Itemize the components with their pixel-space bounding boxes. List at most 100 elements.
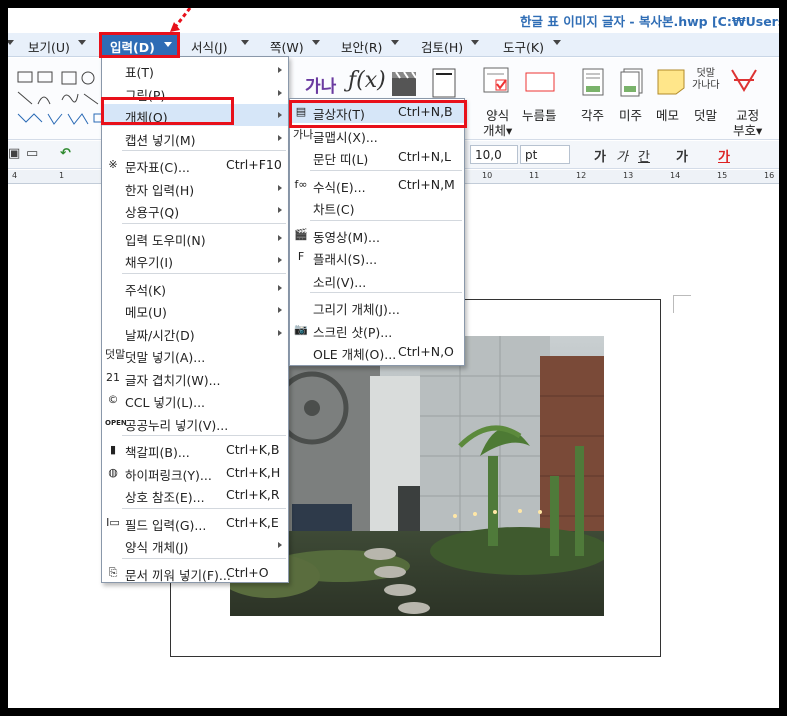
input-menu-item[interactable]: 입력 도우미(N) <box>102 227 288 249</box>
menu-item[interactable]: 쪽(W) <box>270 37 304 56</box>
object-menu-item[interactable]: 그리기 개체(J)... <box>290 296 464 318</box>
highlight-box-object-item <box>101 97 234 125</box>
menu-item[interactable]: 보안(R) <box>341 37 382 56</box>
unit-select[interactable]: pt <box>520 145 570 164</box>
bold-button[interactable]: 가 <box>594 146 606 165</box>
footnote-icon[interactable] <box>582 68 606 98</box>
strikethrough-button[interactable]: 가 <box>676 146 688 165</box>
input-menu-item[interactable]: OPEN 공공누리 넣기(V)... <box>102 412 288 434</box>
chevron-down-icon[interactable] <box>312 40 321 45</box>
clickhere-field-icon[interactable] <box>524 70 558 94</box>
undo-icon[interactable]: ↶ <box>60 146 71 161</box>
menu-item-icon: OPEN <box>105 418 127 427</box>
input-menu-item[interactable]: 21 글자 겹치기(W)... <box>102 367 288 389</box>
object-menu-item[interactable]: f∞ 수식(E)... Ctrl+N,M <box>290 174 464 196</box>
input-menu: 표(T) 그림(P) 개체(O) 캡션 넣기(M) ※ 문자표(C)... Ctrl+F10… <box>101 56 289 583</box>
object-menu-item[interactable]: 🎬 동영상(M)... <box>290 224 464 246</box>
menu-separator <box>310 169 462 171</box>
input-menu-item[interactable]: 한자 입력(H) <box>102 177 288 199</box>
input-menu-item[interactable]: 캡션 넣기(M) <box>102 127 288 149</box>
chevron-down-icon[interactable] <box>391 40 399 45</box>
ribbon-label[interactable]: 미주 <box>619 108 642 123</box>
chevron-right-icon <box>278 134 282 141</box>
monitor-icon[interactable]: ▭ <box>26 146 38 161</box>
menu-item-label: 책갈피(B)... <box>125 445 190 460</box>
menu-item-icon: f∞ <box>294 177 308 191</box>
memo-icon[interactable] <box>656 68 686 96</box>
object-menu-item[interactable]: 📷 스크린 샷(P)... <box>290 319 464 341</box>
annotation-icon[interactable]: 덧말 가나다 <box>692 68 720 92</box>
menu-item-label: 수식(E)... <box>313 179 366 195</box>
ribbon-label[interactable]: 양식 개체▾ <box>483 108 512 138</box>
font-color-button[interactable]: 가 <box>718 146 730 165</box>
highlight-box-textbox-item <box>289 100 467 128</box>
input-menu-item[interactable]: 상호 참조(E)... Ctrl+K,R <box>102 484 288 506</box>
menu-separator <box>122 150 286 151</box>
ribbon-label[interactable]: 덧말 <box>694 108 717 123</box>
ruler-tick: 11 <box>529 171 540 180</box>
font-size-field[interactable]: 10,0 <box>470 145 518 164</box>
video-icon[interactable] <box>390 70 420 98</box>
title-bar: 한글 표 이미지 글자 - 복사본.hwp [C:₩Users₩ <box>8 8 779 32</box>
menu-item-label: 주석(K) <box>125 282 166 298</box>
input-menu-item[interactable]: © CCL 넣기(L)... <box>102 389 288 411</box>
input-menu-item[interactable]: 양식 개체(J) <box>102 534 288 556</box>
chevron-down-icon[interactable] <box>471 40 479 45</box>
ribbon-label[interactable]: 메모 <box>656 108 679 123</box>
input-menu-item[interactable]: 표(T) <box>102 59 288 81</box>
endnote-icon[interactable] <box>620 68 646 98</box>
chevron-right-icon <box>278 542 282 548</box>
input-menu-item[interactable]: ※ 문자표(C)... Ctrl+F10 <box>102 154 288 176</box>
menu-item-icon: F <box>297 250 305 263</box>
ribbon-label[interactable]: 각주 <box>581 108 604 123</box>
input-menu-item[interactable]: 날짜/시간(D) <box>102 322 288 344</box>
equation-icon[interactable]: ƒ(x) <box>348 68 386 93</box>
wordart-icon[interactable]: 가나 <box>305 72 336 97</box>
menu-item-icon: 🎬 <box>294 227 308 241</box>
ruler-tick: 4 <box>12 171 18 180</box>
input-menu-item[interactable]: ⎘ 문서 끼워 넣기(F)... Ctrl+O <box>102 562 288 584</box>
input-menu-item[interactable]: 상용구(Q) <box>102 199 288 221</box>
menu-item-shortcut: Ctrl+K,H <box>226 464 281 480</box>
object-menu-item[interactable]: F 플래시(S)... <box>290 246 464 268</box>
input-menu-item[interactable]: 주석(K) <box>102 277 288 299</box>
input-menu-item[interactable]: 메모(U) <box>102 299 288 321</box>
chevron-down-icon[interactable] <box>78 40 86 45</box>
input-menu-item[interactable]: ▮ 책갈피(B)... Ctrl+K,B <box>102 439 288 461</box>
ribbon-label[interactable]: 누름틀 <box>522 108 557 123</box>
menu-separator <box>122 507 286 509</box>
menu-item[interactable]: 서식(J) <box>191 37 227 56</box>
menu-item-label: 상호 참조(E)... <box>125 490 205 505</box>
paragraph-band-icon[interactable] <box>432 68 456 98</box>
underline-button[interactable]: 간 <box>638 146 650 165</box>
menu-item-label: 문자표(C)... <box>125 160 190 175</box>
input-menu-item[interactable]: ◍ 하이퍼링크(Y)... Ctrl+K,H <box>102 462 288 484</box>
object-menu-item[interactable]: OLE 개체(O)... Ctrl+N,O <box>290 341 464 363</box>
menu-item-label: 양식 개체(J) <box>125 540 189 555</box>
menu-separator <box>122 222 286 224</box>
menu-item-label: 문서 끼워 넣기(F)... <box>125 567 231 583</box>
proofreading-mark-icon[interactable] <box>730 68 758 96</box>
menu-item[interactable]: 검토(H) <box>421 37 463 56</box>
input-menu-item[interactable]: 채우기(I) <box>102 249 288 271</box>
shape-tools-icon[interactable] <box>14 70 106 130</box>
menu-item[interactable]: 도구(K) <box>503 37 544 56</box>
menu-item-label: 상용구(Q) <box>125 205 180 220</box>
print-preview-icon[interactable]: ▣ <box>8 146 20 161</box>
input-menu-item[interactable]: I▭ 필드 입력(G)... Ctrl+K,E <box>102 512 288 534</box>
chevron-right-icon <box>278 112 282 118</box>
chevron-down-icon[interactable] <box>8 40 14 45</box>
object-menu-item[interactable]: 문단 띠(L) Ctrl+N,L <box>290 146 464 168</box>
chevron-down-icon[interactable] <box>553 40 561 45</box>
menu-separator <box>310 219 462 221</box>
object-menu-item[interactable]: 소리(V)... <box>290 269 464 291</box>
menu-item-shortcut: Ctrl+N,L <box>398 149 452 164</box>
menu-item-label: 캡션 넣기(M) <box>125 132 196 148</box>
form-object-icon[interactable] <box>482 66 512 96</box>
ribbon-label[interactable]: 교정 부호▾ <box>733 108 762 138</box>
input-menu-item[interactable]: 덧말 덧말 넣기(A)... <box>102 344 288 366</box>
chevron-down-icon[interactable] <box>241 40 249 45</box>
object-menu-item[interactable]: 차트(C) <box>290 196 464 218</box>
menu-item[interactable]: 보기(U) <box>28 37 70 56</box>
italic-button[interactable]: 가 <box>616 146 628 165</box>
